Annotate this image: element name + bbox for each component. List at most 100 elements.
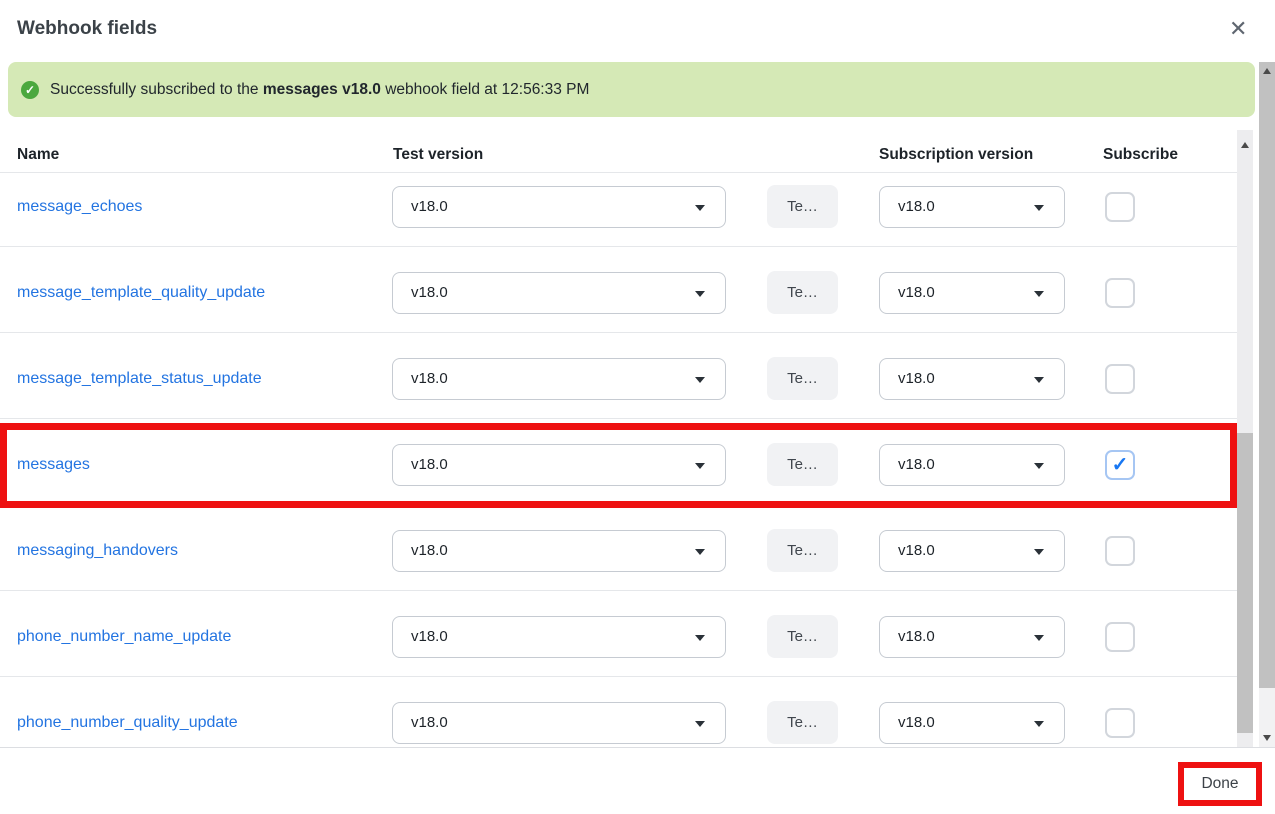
table-body: message_echoes v18.0 Te… v18.0 message_t… bbox=[0, 174, 1237, 747]
table-row: phone_number_quality_update v18.0 Te… v1… bbox=[0, 690, 1237, 747]
table-scrollbar-thumb[interactable] bbox=[1237, 433, 1253, 733]
test-version-dropdown[interactable]: v18.0 bbox=[392, 272, 726, 314]
subscription-version-dropdown[interactable]: v18.0 bbox=[879, 272, 1065, 314]
test-button[interactable]: Te… bbox=[767, 271, 838, 314]
test-version-dropdown[interactable]: v18.0 bbox=[392, 616, 726, 658]
chevron-down-icon bbox=[1034, 635, 1044, 641]
test-button[interactable]: Te… bbox=[767, 701, 838, 744]
field-link-message-template-quality-update[interactable]: message_template_quality_update bbox=[17, 284, 265, 302]
dropdown-value: v18.0 bbox=[898, 198, 935, 215]
chevron-down-icon bbox=[695, 721, 705, 727]
subscribe-checkbox[interactable] bbox=[1105, 364, 1135, 394]
done-button[interactable]: Done bbox=[1181, 765, 1259, 803]
success-check-icon: ✓ bbox=[21, 81, 39, 99]
footer-divider bbox=[0, 747, 1275, 748]
scroll-up-icon[interactable] bbox=[1241, 142, 1249, 148]
subscription-version-dropdown[interactable]: v18.0 bbox=[879, 530, 1065, 572]
dropdown-value: v18.0 bbox=[411, 542, 448, 559]
table-row: phone_number_name_update v18.0 Te… v18.0 bbox=[0, 604, 1237, 690]
dropdown-value: v18.0 bbox=[411, 284, 448, 301]
dropdown-value: v18.0 bbox=[898, 628, 935, 645]
chevron-down-icon bbox=[1034, 721, 1044, 727]
field-link-phone-number-name-update[interactable]: phone_number_name_update bbox=[17, 628, 231, 646]
row-divider bbox=[0, 332, 1237, 333]
test-button[interactable]: Te… bbox=[767, 529, 838, 572]
test-button[interactable]: Te… bbox=[767, 615, 838, 658]
field-link-messaging-handovers[interactable]: messaging_handovers bbox=[17, 542, 178, 560]
chevron-down-icon bbox=[1034, 205, 1044, 211]
subscribe-checkbox[interactable] bbox=[1105, 622, 1135, 652]
subscribe-checkbox[interactable] bbox=[1105, 536, 1135, 566]
test-button[interactable]: Te… bbox=[767, 443, 838, 486]
field-link-message-echoes[interactable]: message_echoes bbox=[17, 198, 142, 216]
table-header-row: Name Test version Subscription version S… bbox=[0, 134, 1237, 173]
table-row: messaging_handovers v18.0 Te… v18.0 bbox=[0, 518, 1237, 604]
chevron-down-icon bbox=[695, 291, 705, 297]
dropdown-value: v18.0 bbox=[411, 456, 448, 473]
chevron-down-icon bbox=[695, 205, 705, 211]
dropdown-value: v18.0 bbox=[411, 714, 448, 731]
column-header-subscribe: Subscribe bbox=[1103, 146, 1178, 164]
dropdown-value: v18.0 bbox=[898, 370, 935, 387]
webhook-fields-modal: Webhook fields ✕ ✓ Successfully subscrib… bbox=[0, 0, 1275, 814]
banner-text-bold: messages v18.0 bbox=[263, 81, 381, 98]
dropdown-value: v18.0 bbox=[898, 542, 935, 559]
checkmark-icon: ✓ bbox=[1112, 454, 1129, 476]
subscription-version-dropdown[interactable]: v18.0 bbox=[879, 358, 1065, 400]
dropdown-value: v18.0 bbox=[898, 714, 935, 731]
banner-text-suffix: webhook field at 12:56:33 PM bbox=[381, 81, 590, 98]
column-header-test-version: Test version bbox=[393, 146, 483, 164]
table-row: message_template_status_update v18.0 Te…… bbox=[0, 346, 1237, 432]
subscribe-checkbox[interactable] bbox=[1105, 278, 1135, 308]
subscription-version-dropdown[interactable]: v18.0 bbox=[879, 702, 1065, 744]
test-version-dropdown[interactable]: v18.0 bbox=[392, 530, 726, 572]
scroll-up-icon[interactable] bbox=[1263, 68, 1271, 74]
subscription-version-dropdown[interactable]: v18.0 bbox=[879, 616, 1065, 658]
chevron-down-icon bbox=[1034, 463, 1044, 469]
dropdown-value: v18.0 bbox=[411, 370, 448, 387]
field-link-phone-number-quality-update[interactable]: phone_number_quality_update bbox=[17, 714, 238, 732]
row-divider bbox=[0, 246, 1237, 247]
chevron-down-icon bbox=[695, 377, 705, 383]
row-divider bbox=[0, 504, 1237, 505]
table-row: message_template_quality_update v18.0 Te… bbox=[0, 260, 1237, 346]
table-scrollbar[interactable] bbox=[1237, 130, 1253, 747]
chevron-down-icon bbox=[695, 635, 705, 641]
banner-text-prefix: Successfully subscribed to the bbox=[50, 81, 263, 98]
scroll-down-icon[interactable] bbox=[1263, 735, 1271, 741]
close-icon[interactable]: ✕ bbox=[1229, 15, 1247, 43]
dropdown-value: v18.0 bbox=[411, 628, 448, 645]
table-row: message_echoes v18.0 Te… v18.0 bbox=[0, 174, 1237, 260]
dropdown-value: v18.0 bbox=[898, 284, 935, 301]
field-link-message-template-status-update[interactable]: message_template_status_update bbox=[17, 370, 262, 388]
modal-scrollbar-thumb[interactable] bbox=[1259, 62, 1275, 688]
page-title: Webhook fields bbox=[17, 18, 157, 40]
test-version-dropdown[interactable]: v18.0 bbox=[392, 702, 726, 744]
modal-scrollbar[interactable] bbox=[1259, 62, 1275, 747]
chevron-down-icon bbox=[695, 549, 705, 555]
test-button[interactable]: Te… bbox=[767, 357, 838, 400]
chevron-down-icon bbox=[1034, 377, 1044, 383]
chevron-down-icon bbox=[1034, 549, 1044, 555]
dropdown-value: v18.0 bbox=[411, 198, 448, 215]
column-header-name: Name bbox=[17, 146, 59, 164]
row-divider bbox=[0, 590, 1237, 591]
subscribe-checkbox-checked[interactable]: ✓ bbox=[1105, 450, 1135, 480]
row-divider bbox=[0, 418, 1237, 419]
table-row-messages: messages v18.0 Te… v18.0 ✓ bbox=[0, 432, 1237, 518]
subscription-version-dropdown[interactable]: v18.0 bbox=[879, 186, 1065, 228]
test-button[interactable]: Te… bbox=[767, 185, 838, 228]
subscribe-checkbox[interactable] bbox=[1105, 192, 1135, 222]
test-version-dropdown[interactable]: v18.0 bbox=[392, 186, 726, 228]
dropdown-value: v18.0 bbox=[898, 456, 935, 473]
subscribe-checkbox[interactable] bbox=[1105, 708, 1135, 738]
row-divider bbox=[0, 676, 1237, 677]
test-version-dropdown[interactable]: v18.0 bbox=[392, 444, 726, 486]
chevron-down-icon bbox=[695, 463, 705, 469]
success-banner: ✓ Successfully subscribed to the message… bbox=[8, 62, 1255, 117]
test-version-dropdown[interactable]: v18.0 bbox=[392, 358, 726, 400]
chevron-down-icon bbox=[1034, 291, 1044, 297]
field-link-messages[interactable]: messages bbox=[17, 456, 90, 474]
subscription-version-dropdown[interactable]: v18.0 bbox=[879, 444, 1065, 486]
success-banner-text: Successfully subscribed to the messages … bbox=[50, 81, 589, 99]
